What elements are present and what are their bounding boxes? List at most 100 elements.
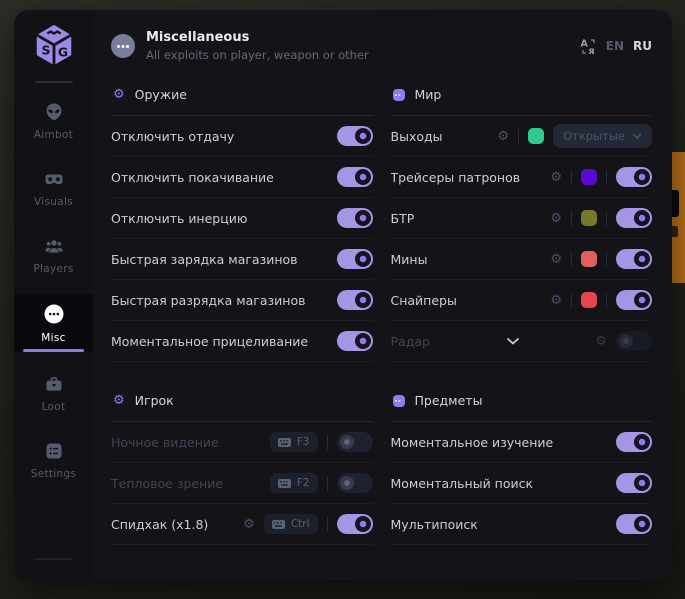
thermal-vision-hotkey-badge[interactable]: F2 xyxy=(270,473,318,493)
row-speedhack: Спидхак (x1.8) ⚙ Ctrl xyxy=(111,504,373,545)
mines-color-swatch[interactable] xyxy=(581,251,597,267)
fast-magazine-unload-toggle[interactable] xyxy=(337,290,373,310)
radar-expand-button[interactable] xyxy=(440,337,585,345)
sidebar-item-label: Players xyxy=(33,263,73,275)
btr-settings-gear-icon[interactable]: ⚙ xyxy=(550,212,562,225)
section-title: Предметы xyxy=(415,393,483,408)
sidebar-divider xyxy=(35,81,73,83)
section-title: Оружие xyxy=(135,87,187,102)
row-label: Быстрая зарядка магазинов xyxy=(111,252,298,267)
keyboard-icon xyxy=(278,438,291,447)
gear-icon: ⚙ xyxy=(113,88,125,101)
content-columns: ⚙ Оружие Отключить отдачу Отключить пока… xyxy=(93,70,672,580)
row-label: БТР xyxy=(391,211,415,226)
row-fast-magazine-unload: Быстрая разрядка магазинов xyxy=(111,280,373,321)
row-label: Отключить инерцию xyxy=(111,211,247,226)
ellipsis-circle-icon xyxy=(43,303,65,325)
row-label: Отключить покачивание xyxy=(111,170,274,185)
separator xyxy=(327,435,328,450)
cheat-menu-window: S G Aimbot Visuals xyxy=(14,10,672,580)
exits-settings-gear-icon[interactable]: ⚙ xyxy=(497,130,509,143)
thermal-vision-toggle[interactable] xyxy=(337,473,373,493)
world-icon xyxy=(393,89,405,101)
page-title: Miscellaneous xyxy=(146,30,369,45)
svg-text:я: я xyxy=(588,46,594,55)
sidebar-item-players[interactable]: Players xyxy=(14,227,93,283)
bullet-tracers-toggle[interactable] xyxy=(616,167,652,187)
row-snipers: Снайперы ⚙ xyxy=(391,280,653,321)
list-panel-icon xyxy=(44,441,64,461)
instant-aim-toggle[interactable] xyxy=(337,331,373,351)
page-header: Miscellaneous All exploits on player, we… xyxy=(93,10,672,62)
lang-ru-button[interactable]: RU xyxy=(633,39,652,53)
instant-research-toggle[interactable] xyxy=(616,432,652,452)
speedhack-toggle[interactable] xyxy=(337,514,373,534)
alien-icon xyxy=(44,102,64,122)
sidebar-item-label: Visuals xyxy=(34,196,73,208)
multisearch-toggle[interactable] xyxy=(616,514,652,534)
speedhack-settings-gear-icon[interactable]: ⚙ xyxy=(243,518,255,531)
row-bullet-tracers: Трейсеры патронов ⚙ xyxy=(391,157,653,198)
row-label: Моментальное изучение xyxy=(391,435,554,450)
row-mines: Мины ⚙ xyxy=(391,239,653,280)
night-vision-toggle[interactable] xyxy=(337,432,373,452)
chevron-down-icon xyxy=(632,133,642,139)
row-label: Спидхак (x1.8) xyxy=(111,517,208,532)
mines-toggle[interactable] xyxy=(616,249,652,269)
row-label: Мультипоиск xyxy=(391,517,478,532)
left-column: ⚙ Оружие Отключить отдачу Отключить пока… xyxy=(111,70,373,545)
disable-recoil-toggle[interactable] xyxy=(337,126,373,146)
instant-search-toggle[interactable] xyxy=(616,473,652,493)
row-fast-magazine-load: Быстрая зарядка магазинов xyxy=(111,239,373,280)
separator xyxy=(606,211,607,226)
disable-inertia-toggle[interactable] xyxy=(337,208,373,228)
section-world-header: Мир xyxy=(391,70,653,115)
translate-icon: A я xyxy=(580,38,597,55)
snipers-color-swatch[interactable] xyxy=(581,292,597,308)
row-label: Моментальный поиск xyxy=(391,476,534,491)
section-weapon-header: ⚙ Оружие xyxy=(111,70,373,115)
sidebar-item-settings[interactable]: Settings xyxy=(14,432,93,488)
separator xyxy=(571,211,572,226)
btr-color-swatch[interactable] xyxy=(581,210,597,226)
radar-settings-gear-icon[interactable]: ⚙ xyxy=(595,335,607,348)
radar-toggle[interactable] xyxy=(616,331,652,351)
sidebar-item-aimbot[interactable]: Aimbot xyxy=(14,93,93,149)
sidebar-item-misc[interactable]: Misc xyxy=(14,294,93,352)
bullet-tracers-color-swatch[interactable] xyxy=(581,169,597,185)
snipers-toggle[interactable] xyxy=(616,290,652,310)
exits-color-swatch[interactable] xyxy=(528,128,544,144)
snipers-settings-gear-icon[interactable]: ⚙ xyxy=(550,294,562,307)
row-label: Радар xyxy=(391,334,430,349)
sidebar-item-visuals[interactable]: Visuals xyxy=(14,160,93,216)
separator xyxy=(606,252,607,267)
disable-sway-toggle[interactable] xyxy=(337,167,373,187)
separator xyxy=(518,129,519,144)
exits-dropdown[interactable]: Открытые xyxy=(553,124,652,148)
section-items: Предметы Моментальное изучение Моменталь… xyxy=(391,376,653,545)
row-label: Тепловое зрение xyxy=(111,476,223,491)
separator xyxy=(571,252,572,267)
keyboard-icon xyxy=(272,520,285,529)
sidebar: S G Aimbot Visuals xyxy=(14,10,93,580)
speedhack-hotkey-badge[interactable]: Ctrl xyxy=(264,514,318,534)
svg-text:A: A xyxy=(580,38,588,49)
sidebar-nav: Aimbot Visuals xyxy=(14,93,93,499)
hotkey-label: Ctrl xyxy=(291,518,310,530)
btr-toggle[interactable] xyxy=(616,208,652,228)
row-btr: БТР ⚙ xyxy=(391,198,653,239)
lang-en-button[interactable]: EN xyxy=(606,39,624,53)
language-switcher: A я EN RU xyxy=(580,38,652,55)
gear-icon: ⚙ xyxy=(113,394,125,407)
page-ellipsis-avatar-icon xyxy=(111,34,135,58)
bullet-tracers-settings-gear-icon[interactable]: ⚙ xyxy=(550,171,562,184)
section-title: Игрок xyxy=(135,393,174,408)
fast-magazine-load-toggle[interactable] xyxy=(337,249,373,269)
mines-settings-gear-icon[interactable]: ⚙ xyxy=(550,253,562,266)
hotkey-label: F3 xyxy=(297,436,310,448)
night-vision-hotkey-badge[interactable]: F3 xyxy=(270,432,318,452)
sidebar-item-loot[interactable]: Loot xyxy=(14,365,93,421)
items-icon xyxy=(393,395,405,407)
row-label: Мины xyxy=(391,252,428,267)
row-label: Выходы xyxy=(391,129,443,144)
